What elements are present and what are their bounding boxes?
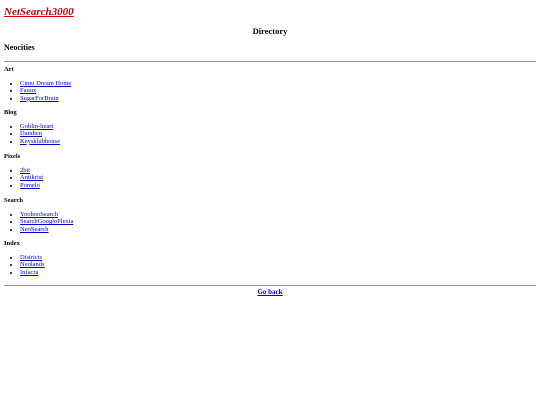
- list-item: Fauux: [20, 87, 71, 94]
- category-link-list: Districts Neolands Infacra: [4, 254, 45, 276]
- category-heading: Art: [4, 66, 14, 73]
- directory-link[interactable]: Fauux: [20, 87, 36, 94]
- list-item: Neolands: [20, 261, 45, 268]
- category-link-list: Cinni Dream Home Fauux SugarForBrain: [4, 80, 71, 102]
- directory-link[interactable]: SearchGoogloPlexia: [20, 218, 73, 225]
- go-back-link[interactable]: Go back: [257, 288, 282, 296]
- list-item: YoohooSearch: [20, 211, 73, 218]
- top-divider: [4, 61, 536, 62]
- bottom-divider: [4, 285, 536, 286]
- directory-link[interactable]: SugarForBrain: [20, 95, 59, 102]
- category-heading: Blog: [4, 109, 17, 116]
- directory-link[interactable]: Infacra: [20, 269, 38, 276]
- category-art: Art Cinni Dream Home Fauux SugarForBrain: [4, 66, 71, 102]
- list-item: Districts: [20, 254, 45, 261]
- category-link-list: YoohooSearch SearchGoogloPlexia NeoSearc…: [4, 211, 73, 233]
- directory-link[interactable]: Pomelo: [20, 182, 40, 189]
- directory-link[interactable]: Keysklubhouse: [20, 138, 60, 145]
- list-item: Dandien: [20, 130, 60, 137]
- list-item: NeoSearch: [20, 226, 73, 233]
- site-logo-link[interactable]: NetSearch3000: [4, 6, 74, 19]
- directory-link[interactable]: Dandien: [20, 130, 42, 137]
- category-link-list: Goblin-heart Dandien Keysklubhouse: [4, 123, 60, 145]
- directory-link[interactable]: YoohooSearch: [20, 211, 58, 218]
- directory-link[interactable]: Antikrist: [20, 174, 43, 181]
- directory-link[interactable]: Neolands: [20, 261, 45, 268]
- category-link-list: 2bit Antikrist Pomelo: [4, 167, 43, 189]
- list-item: 2bit: [20, 167, 43, 174]
- category-search: Search YoohooSearch SearchGoogloPlexia N…: [4, 197, 73, 233]
- section-title: Neocities: [4, 43, 35, 52]
- list-item: Antikrist: [20, 174, 43, 181]
- directory-link[interactable]: Cinni Dream Home: [20, 80, 71, 87]
- directory-link[interactable]: Goblin-heart: [20, 123, 53, 130]
- directory-link[interactable]: NeoSearch: [20, 226, 49, 233]
- category-heading: Pixels: [4, 153, 21, 160]
- category-index: Index Districts Neolands Infacra: [4, 240, 45, 276]
- page-title: Directory: [252, 26, 288, 36]
- directory-link[interactable]: 2bit: [20, 167, 30, 174]
- list-item: SearchGoogloPlexia: [20, 218, 73, 225]
- category-blog: Blog Goblin-heart Dandien Keysklubhouse: [4, 109, 60, 145]
- footer: Go back: [0, 288, 540, 297]
- list-item: Pomelo: [20, 182, 43, 189]
- category-heading: Index: [4, 240, 20, 247]
- list-item: Infacra: [20, 269, 45, 276]
- category-pixels: Pixels 2bit Antikrist Pomelo: [4, 153, 43, 189]
- list-item: SugarForBrain: [20, 95, 71, 102]
- list-item: Cinni Dream Home: [20, 80, 71, 87]
- directory-link[interactable]: Districts: [20, 254, 42, 261]
- category-heading: Search: [4, 197, 24, 204]
- list-item: Goblin-heart: [20, 123, 60, 130]
- list-item: Keysklubhouse: [20, 138, 60, 145]
